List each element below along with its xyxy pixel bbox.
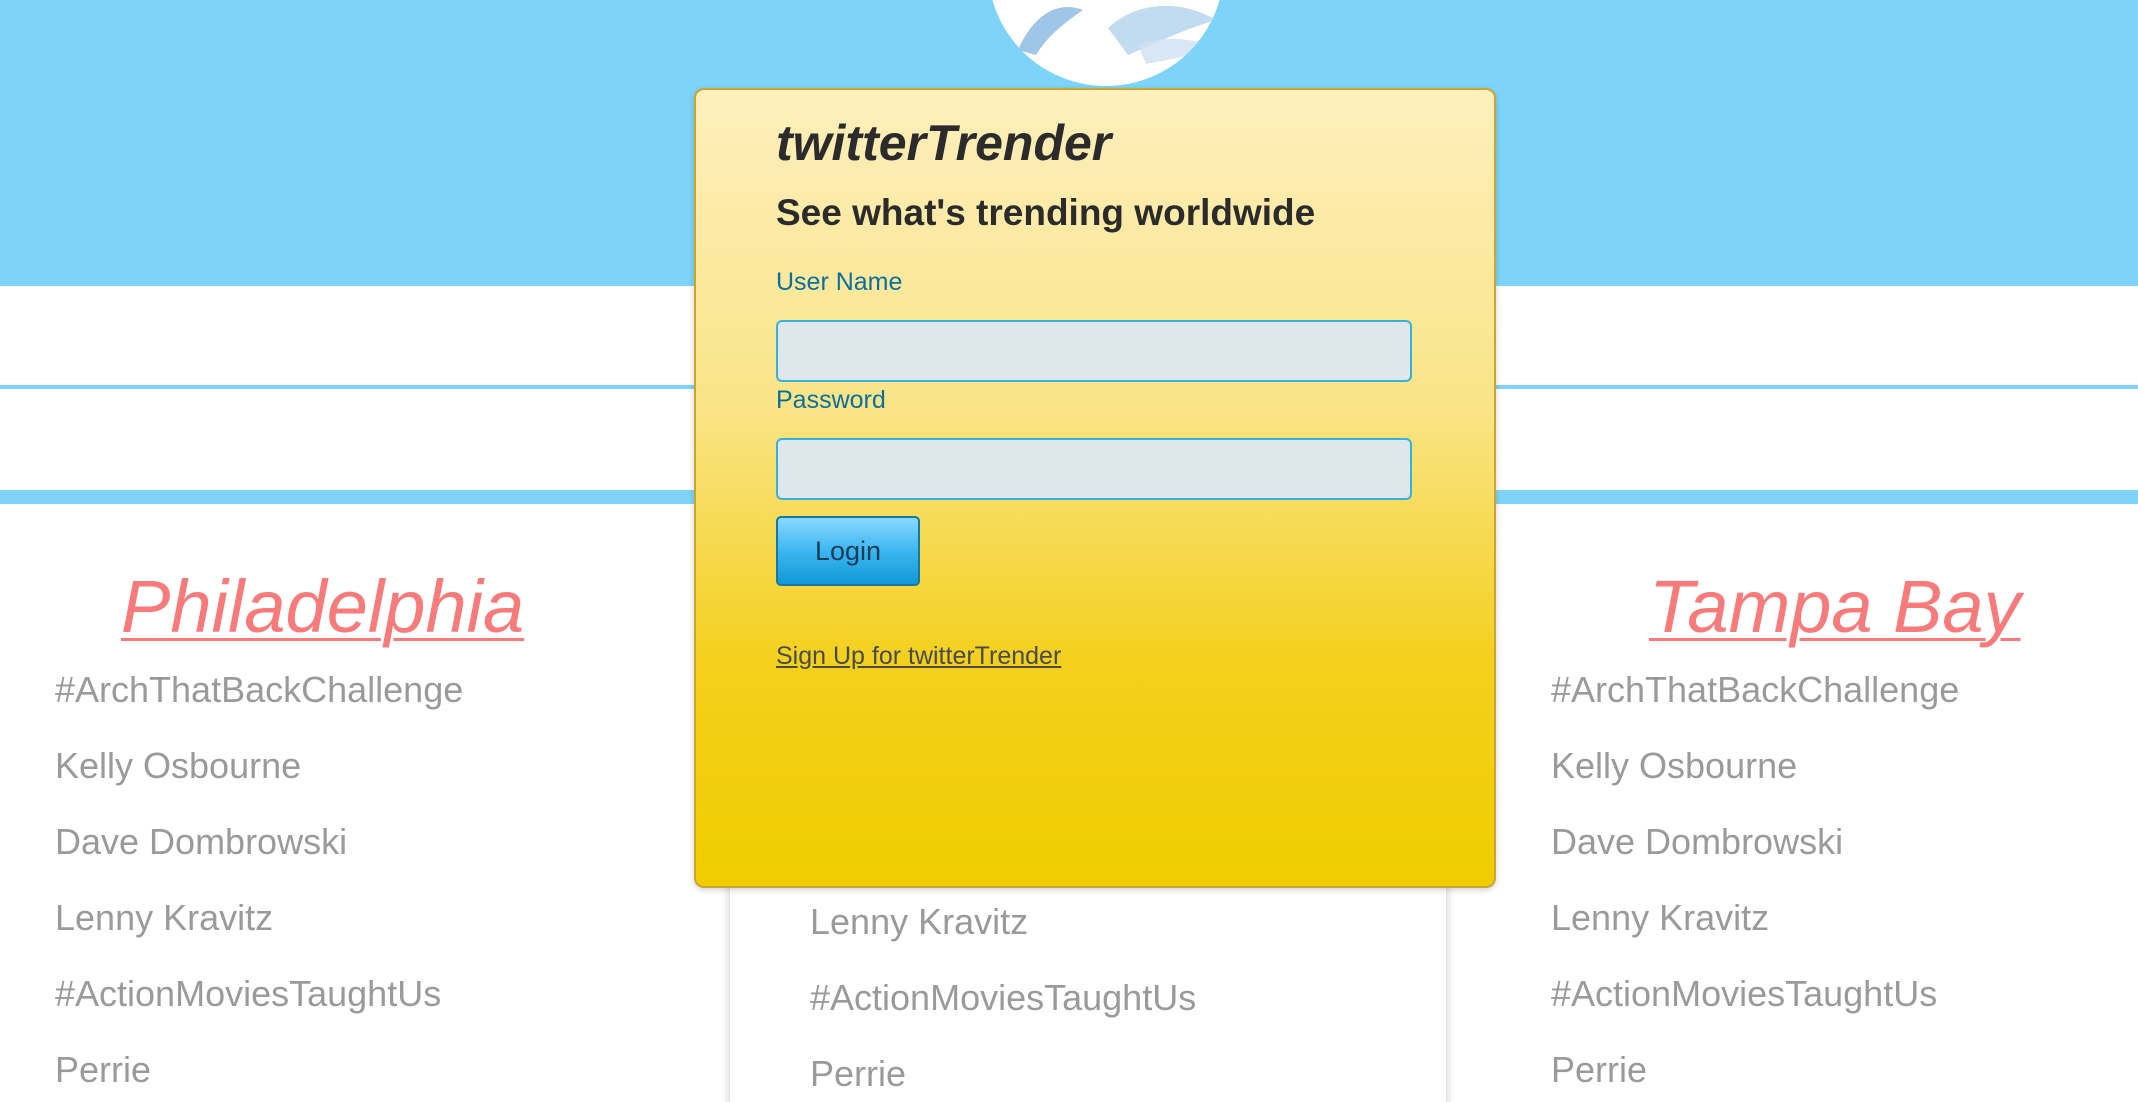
trend-column-tampa-bay: Tampa Bay #ArchThatBackChallenge Kelly O… xyxy=(1496,504,2138,1102)
trend-item[interactable]: #ActionMoviesTaughtUs xyxy=(1551,976,1959,1052)
username-label: User Name xyxy=(776,268,903,296)
page: Philadelphia #ArchThatBackChallenge Kell… xyxy=(0,0,2138,1102)
trend-item[interactable]: Dave Dombrowski xyxy=(1551,824,1959,900)
trend-item[interactable]: #ArchThatBackChallenge xyxy=(55,672,463,748)
trend-item[interactable]: Kelly Osbourne xyxy=(55,748,463,824)
trend-item[interactable]: Lenny Kravitz xyxy=(810,904,1196,980)
tagline: See what's trending worldwide xyxy=(776,192,1316,233)
trend-item[interactable]: Perrie xyxy=(810,1056,1196,1102)
trend-list: #ArchThatBackChallenge Kelly Osbourne Da… xyxy=(1551,672,1959,1102)
trend-item[interactable]: Lenny Kravitz xyxy=(55,900,463,976)
trend-list: #ArchThatBackChallenge Kelly Osbourne Da… xyxy=(55,672,463,1102)
city-link-tampa-bay[interactable]: Tampa Bay xyxy=(1649,564,2021,649)
city-link-philadelphia[interactable]: Philadelphia xyxy=(121,564,524,649)
login-button[interactable]: Login xyxy=(776,516,920,586)
trend-item[interactable]: #ActionMoviesTaughtUs xyxy=(810,980,1196,1056)
trend-item[interactable]: Dave Dombrowski xyxy=(55,824,463,900)
username-input[interactable] xyxy=(776,320,1412,382)
trend-item[interactable]: #ActionMoviesTaughtUs xyxy=(55,976,463,1052)
bird-logo-icon xyxy=(988,0,1224,86)
trend-item[interactable]: #ArchThatBackChallenge xyxy=(1551,672,1959,748)
signup-link[interactable]: Sign Up for twitterTrender xyxy=(776,642,1061,671)
app-title: twitterTrender xyxy=(776,115,1112,171)
trend-column-philadelphia: Philadelphia #ArchThatBackChallenge Kell… xyxy=(0,504,693,1102)
trend-list: Lenny Kravitz #ActionMoviesTaughtUs Perr… xyxy=(810,904,1196,1102)
login-card: twitterTrender See what's trending world… xyxy=(694,88,1496,888)
trend-item[interactable]: Lenny Kravitz xyxy=(1551,900,1959,976)
trend-item[interactable]: Perrie xyxy=(1551,1052,1959,1102)
trend-item[interactable]: Kelly Osbourne xyxy=(1551,748,1959,824)
trend-column-center: Lenny Kravitz #ActionMoviesTaughtUs Perr… xyxy=(730,860,1446,1102)
password-input[interactable] xyxy=(776,438,1412,500)
password-label: Password xyxy=(776,386,886,414)
trend-item[interactable]: Perrie xyxy=(55,1052,463,1102)
